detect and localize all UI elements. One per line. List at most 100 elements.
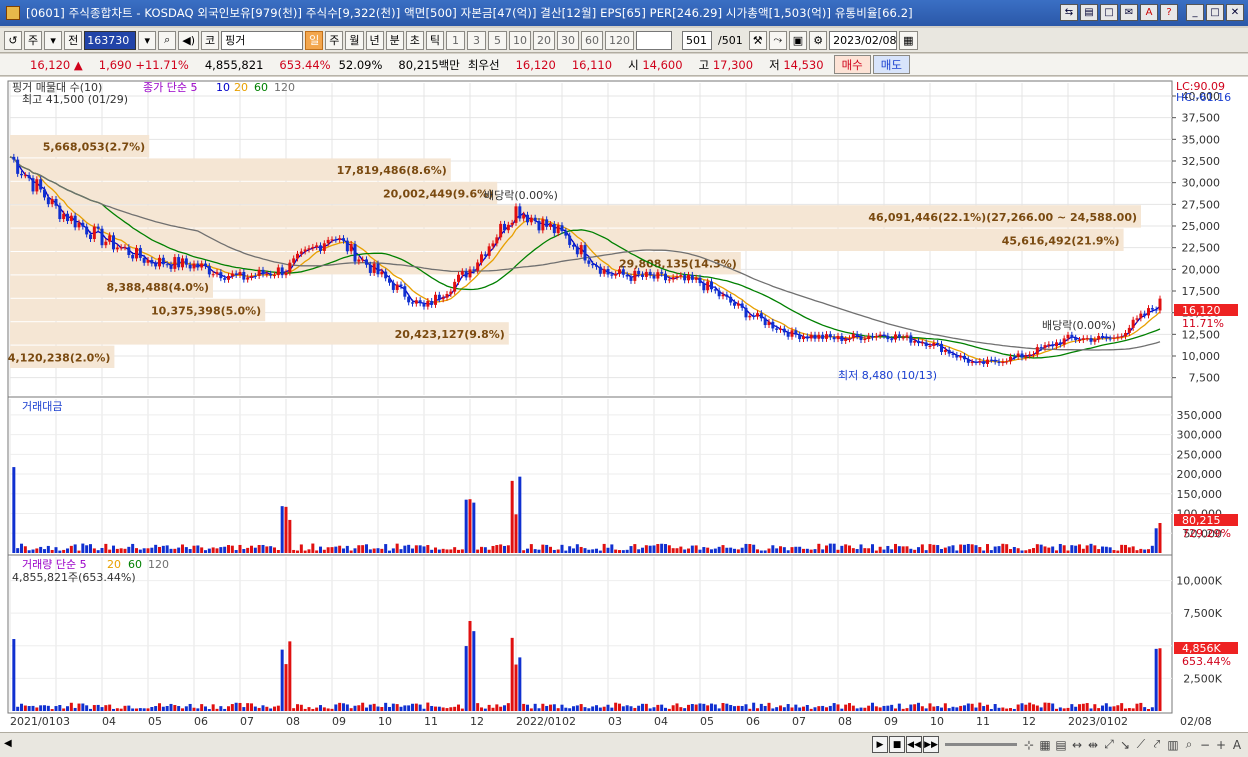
amount-bar	[1158, 522, 1162, 553]
candle-body	[361, 259, 365, 261]
dropdown-icon[interactable]: ▾	[44, 30, 63, 50]
minute-5[interactable]: 5	[488, 30, 508, 50]
period-week[interactable]: 주	[325, 30, 344, 50]
message-icon[interactable]: ✉	[1120, 4, 1138, 21]
trend-icon[interactable]: ⤤	[1150, 736, 1164, 753]
minute-30[interactable]: 30	[557, 30, 580, 50]
zoom-slider[interactable]	[945, 743, 1017, 746]
amount-bar	[43, 549, 46, 553]
range-icon[interactable]: ↔	[1070, 736, 1084, 753]
volume-bar	[549, 704, 552, 711]
volume-bar	[924, 708, 928, 711]
stock-name-field[interactable]: 핑거	[221, 30, 304, 50]
plus-icon[interactable]: +	[1214, 736, 1228, 753]
play-icon[interactable]: ▶	[872, 736, 888, 753]
code-dropdown-icon[interactable]: ▾	[138, 30, 157, 50]
candle-body	[330, 239, 334, 241]
chart-icon[interactable]: ▤	[1080, 4, 1098, 21]
gear-icon[interactable]: ⚙	[809, 30, 828, 50]
sound-icon[interactable]: ◀)	[178, 30, 200, 50]
volume-bar	[1058, 707, 1062, 711]
amount-bar	[518, 476, 522, 553]
link-icon[interactable]: ⇆	[1060, 4, 1078, 21]
scroll-left-icon[interactable]: ◀	[4, 738, 12, 749]
minimize-icon[interactable]: _	[1186, 4, 1204, 21]
minute-10[interactable]: 10	[509, 30, 532, 50]
period-second[interactable]: 초	[405, 30, 424, 50]
minute-20[interactable]: 20	[533, 30, 556, 50]
candle-body	[215, 272, 219, 275]
candle-icon[interactable]: ▥	[1166, 736, 1180, 753]
minus-icon[interactable]: −	[1198, 736, 1212, 753]
candle-body	[836, 335, 840, 340]
candle-body	[798, 334, 802, 340]
close-icon[interactable]: ✕	[1226, 4, 1244, 21]
arrow-icon[interactable]: ↘	[1118, 736, 1132, 753]
expand-icon[interactable]: ⤢	[1102, 736, 1116, 753]
candle-body	[146, 259, 150, 263]
rewind-icon[interactable]: ◀◀	[906, 736, 922, 753]
sell-button[interactable]: 매도	[872, 55, 910, 74]
amount-bar	[223, 546, 227, 553]
minute-1[interactable]: 1	[446, 30, 466, 50]
line-icon[interactable]: ⟋	[1134, 736, 1148, 753]
candle-body	[1005, 361, 1009, 363]
grid-icon[interactable]: ▦	[1038, 736, 1052, 753]
window-icon[interactable]: □	[1100, 4, 1118, 21]
candle-body	[545, 219, 549, 227]
candle-body	[526, 214, 529, 223]
buy-button[interactable]: 매수	[833, 55, 871, 74]
date-input[interactable]: 2023/02/08	[829, 30, 898, 50]
text-icon[interactable]: A	[1230, 736, 1244, 753]
amount-bar	[671, 548, 675, 553]
candle-body	[982, 361, 986, 364]
a-icon[interactable]: A	[1140, 4, 1158, 21]
minute-60[interactable]: 60	[581, 30, 604, 50]
status-bar: ◀ ▶ ■ ◀◀ ▶▶ ⊹ ▦ ▤ ↔ ⇹ ⤢ ↘ ⟋ ⤤ ▥ ⌕ − + A	[0, 732, 1248, 757]
amount-bar	[495, 545, 499, 553]
tools-icon[interactable]: ⚒	[748, 30, 767, 50]
jeon-button[interactable]: 전	[64, 30, 83, 50]
amount-bar	[342, 548, 345, 553]
candle-body	[970, 362, 974, 364]
help-icon[interactable]: ?	[1160, 4, 1178, 21]
fit-icon[interactable]: ⇹	[1086, 736, 1100, 753]
calendar-icon[interactable]: ▦	[899, 30, 918, 50]
count-input[interactable]: 501	[682, 30, 713, 50]
compare-icon[interactable]: ⤳	[768, 30, 787, 50]
volume-bar	[1081, 703, 1085, 711]
amount-bar	[345, 545, 349, 553]
volume-bar	[150, 707, 154, 711]
settings-icon[interactable]: ↺	[4, 30, 22, 50]
period-year[interactable]: 년	[365, 30, 384, 50]
stop-icon[interactable]: ■	[889, 736, 905, 753]
period-tick[interactable]: 틱	[425, 30, 445, 50]
period-month[interactable]: 월	[345, 30, 364, 50]
candle-body	[1062, 338, 1066, 345]
stock-code-input[interactable]: 163730	[84, 30, 137, 50]
custom-period-input[interactable]	[636, 30, 673, 50]
forward-icon[interactable]: ▶▶	[923, 736, 939, 753]
amount-bar	[1066, 550, 1070, 553]
candle-body	[445, 293, 449, 298]
volume-tick-label: 2,500K	[1183, 672, 1222, 685]
minute-120[interactable]: 120	[605, 30, 635, 50]
save-icon[interactable]: ▣	[788, 30, 808, 50]
amount-bar	[740, 547, 744, 553]
zoom-icon[interactable]: ⌕	[1182, 736, 1196, 753]
period-day[interactable]: 일	[305, 30, 324, 50]
stock-chart-svg[interactable]: 4,120,238(2.0%) 20,423,127(9.8%) 10,375,39…	[0, 77, 1248, 732]
period-minute[interactable]: 분	[385, 30, 404, 50]
volume-bar	[1043, 702, 1047, 711]
maximize-icon[interactable]: □	[1206, 4, 1224, 21]
volume-bar	[119, 708, 123, 711]
amount-bar	[100, 547, 104, 553]
candle-body	[828, 334, 832, 338]
search-icon[interactable]: ⌕	[158, 30, 177, 50]
minute-3[interactable]: 3	[467, 30, 487, 50]
chart-area[interactable]: 4,120,238(2.0%) 20,423,127(9.8%) 10,375,39…	[0, 77, 1248, 732]
crosshair-icon[interactable]: ⊹	[1022, 736, 1036, 753]
mode-select[interactable]: 주	[24, 30, 43, 50]
amount-bar	[595, 548, 598, 553]
table-icon[interactable]: ▤	[1054, 736, 1068, 753]
